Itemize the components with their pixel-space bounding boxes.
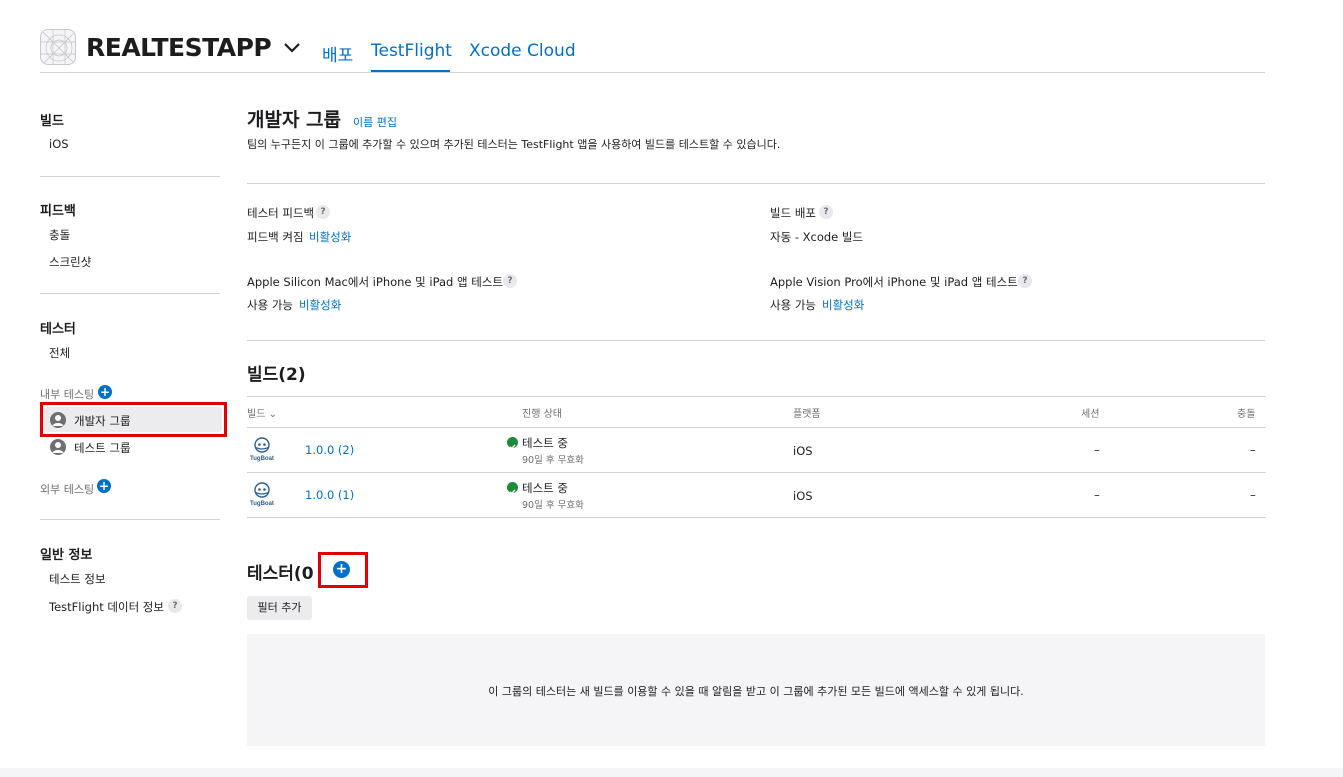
edit-name-link[interactable]: 이름 편집 <box>353 114 397 130</box>
highlight-box-developer-group <box>40 402 227 437</box>
section-divider <box>247 340 1265 341</box>
testers-section-title: 테스터(0 <box>247 564 314 584</box>
build-crashes: – <box>1250 488 1256 502</box>
sidebar-heading-builds: 빌드 <box>40 114 64 129</box>
sidebar-item-test-info[interactable]: 테스트 정보 <box>49 571 106 587</box>
sidebar-item-test-group[interactable]: 테스트 그룹 <box>74 440 131 456</box>
build-version-link[interactable]: 1.0.0 (1) <box>305 488 354 502</box>
disable-feedback-link[interactable]: 비활성화 <box>309 229 351 245</box>
vision-test-value: 사용 가능 <box>770 298 816 312</box>
column-header-build-label: 빌드 <box>247 409 266 420</box>
sidebar-item-screenshots[interactable]: 스크린샷 <box>49 254 91 270</box>
testers-empty-state: 이 그룹의 테스터는 새 빌드를 이용할 수 있을 때 알림을 받고 이 그룹에… <box>247 634 1265 746</box>
builds-section-title: 빌드(2) <box>247 365 306 385</box>
build-platform: iOS <box>793 489 813 503</box>
build-crashes: – <box>1250 443 1256 457</box>
build-version-link[interactable]: 1.0.0 (2) <box>305 443 354 457</box>
table-top-border <box>247 396 1266 397</box>
column-header-status: 진행 상태 <box>522 409 562 420</box>
sidebar-item-testflight-data[interactable]: TestFlight 데이터 정보 <box>49 599 164 615</box>
tugboat-app-icon: TugBoat <box>247 479 277 509</box>
add-filter-button[interactable]: 필터 추가 <box>247 596 312 620</box>
sidebar-heading-testers: 테스터 <box>40 322 76 337</box>
build-status: 테스트 중 <box>522 481 568 495</box>
build-expiry: 90일 후 무효화 <box>522 455 584 466</box>
svg-text:TugBoat: TugBoat <box>250 501 274 507</box>
table-header-border <box>247 427 1266 428</box>
page-title: 개발자 그룹 <box>247 109 342 131</box>
app-icon <box>40 29 76 65</box>
chevron-down-icon[interactable] <box>283 40 301 54</box>
highlight-box-add-tester <box>318 552 368 588</box>
tugboat-app-icon: TugBoat <box>247 434 277 464</box>
sort-chevron-icon: ⌄ <box>268 409 277 420</box>
column-header-crashes: 충돌 <box>1237 409 1256 420</box>
person-circle-icon <box>50 439 66 455</box>
checkmark-circle-icon <box>507 437 518 450</box>
build-distribution-label: 빌드 배포 <box>770 206 816 220</box>
app-name[interactable]: REALTESTAPP <box>86 33 272 62</box>
question-icon[interactable]: ? <box>316 205 330 219</box>
table-row-border <box>247 517 1266 518</box>
tab-distribution[interactable]: 배포 <box>322 41 353 66</box>
column-header-sessions: 세션 <box>1081 409 1100 420</box>
sidebar-label-external-testing: 외부 테스팅 <box>40 483 95 496</box>
build-platform: iOS <box>793 444 813 458</box>
tab-xcode-cloud[interactable]: Xcode Cloud <box>469 41 576 61</box>
column-header-platform: 플랫폼 <box>793 409 821 420</box>
sidebar-label-internal-testing: 내부 테스팅 <box>40 388 95 401</box>
sidebar-divider <box>40 176 220 177</box>
tab-testflight[interactable]: TestFlight <box>371 41 452 61</box>
header-divider <box>40 72 1265 73</box>
disable-vision-test-link[interactable]: 비활성화 <box>822 297 864 313</box>
sidebar-divider <box>40 519 220 520</box>
mac-test-label: Apple Silicon Mac에서 iPhone 및 iPad 앱 테스트 <box>247 275 503 289</box>
sidebar-item-crashes[interactable]: 충돌 <box>49 227 70 243</box>
sidebar-item-all-testers[interactable]: 전체 <box>49 345 70 361</box>
section-divider <box>247 183 1265 184</box>
question-icon[interactable]: ? <box>819 205 833 219</box>
build-sessions: – <box>1094 443 1100 457</box>
sidebar-heading-feedback: 피드백 <box>40 204 76 219</box>
tester-feedback-value: 피드백 켜짐 <box>247 230 304 244</box>
mac-test-value: 사용 가능 <box>247 298 293 312</box>
page-footer-band <box>0 768 1343 777</box>
build-expiry: 90일 후 무효화 <box>522 500 584 511</box>
column-header-build[interactable]: 빌드 ⌄ <box>247 405 277 420</box>
build-distribution-value: 자동 - Xcode 빌드 <box>770 230 864 244</box>
sidebar-heading-general: 일반 정보 <box>40 548 93 563</box>
add-external-group-icon[interactable]: + <box>97 479 111 493</box>
sidebar-item-ios[interactable]: iOS <box>49 137 69 151</box>
add-internal-group-icon[interactable]: + <box>98 385 112 399</box>
build-sessions: – <box>1094 488 1100 502</box>
question-icon[interactable]: ? <box>168 599 182 613</box>
svg-text:TugBoat: TugBoat <box>250 456 274 462</box>
question-icon[interactable]: ? <box>503 274 517 288</box>
tester-feedback-label: 테스터 피드백 <box>247 206 315 220</box>
sidebar-divider <box>40 293 220 294</box>
checkmark-circle-icon <box>507 482 518 495</box>
question-icon[interactable]: ? <box>1018 274 1032 288</box>
table-row-border <box>247 472 1266 473</box>
group-description: 팀의 누구든지 이 그룹에 추가할 수 있으며 추가된 테스터는 TestFli… <box>247 138 781 151</box>
disable-mac-test-link[interactable]: 비활성화 <box>299 297 341 313</box>
vision-test-label: Apple Vision Pro에서 iPhone 및 iPad 앱 테스트 <box>770 275 1018 289</box>
empty-state-message: 이 그룹의 테스터는 새 빌드를 이용할 수 있을 때 알림을 받고 이 그룹에… <box>488 685 1024 698</box>
build-status: 테스트 중 <box>522 436 568 450</box>
